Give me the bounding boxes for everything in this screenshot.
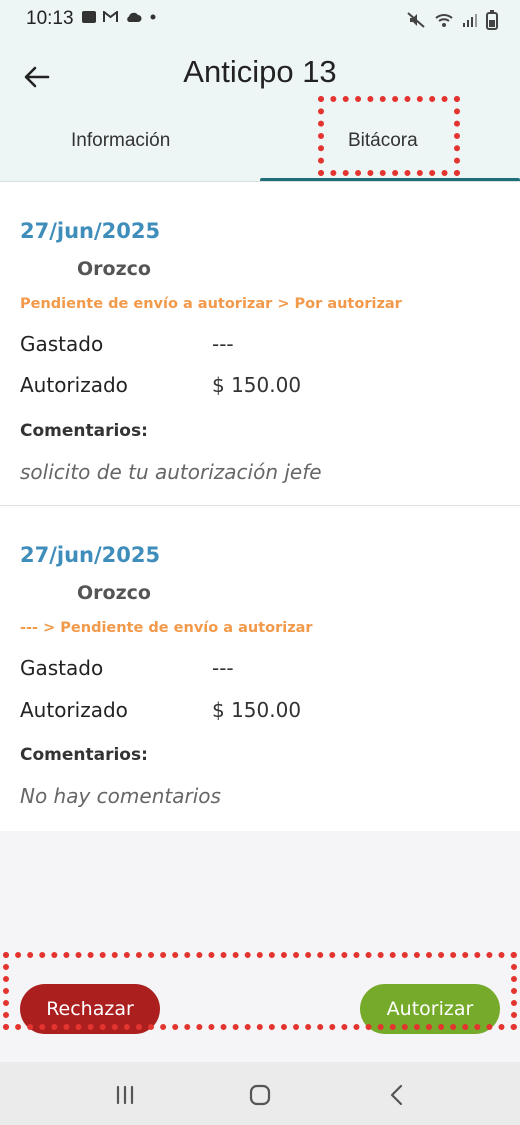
- comments-label: Comentarios:: [20, 421, 148, 441]
- wifi-icon: [435, 14, 453, 27]
- status-time: 10:13: [26, 8, 74, 29]
- spent-value: ---: [212, 332, 234, 356]
- spent-label: Gastado: [20, 656, 104, 680]
- log-entry: 27/jun/2025 Orozco Pendiente de envío a …: [0, 182, 520, 505]
- entry-date: 27/jun/2025: [20, 219, 161, 243]
- entry-user: Orozco: [77, 258, 151, 280]
- authorized-value: $ 150.00: [212, 373, 302, 397]
- status-bar: 10:13: [0, 0, 520, 42]
- cloud-icon: [127, 12, 142, 22]
- recent-apps-icon[interactable]: [110, 1080, 140, 1110]
- authorized-label: Autorizado: [20, 373, 128, 397]
- signal-icon: [463, 14, 477, 27]
- spent-label: Gastado: [20, 332, 104, 356]
- battery-icon: [486, 10, 498, 30]
- comments-label: Comentarios:: [20, 745, 148, 765]
- authorized-value: $ 150.00: [212, 698, 302, 722]
- dot-icon: [150, 14, 156, 20]
- back-nav-icon[interactable]: [382, 1080, 412, 1110]
- entry-status: --- > Pendiente de envío a autorizar: [20, 620, 313, 636]
- page-title: Anticipo 13: [183, 54, 337, 89]
- home-icon[interactable]: [245, 1080, 275, 1110]
- comment-text: solicito de tu autorización jefe: [20, 460, 322, 484]
- mute-icon: [407, 12, 425, 28]
- tab-bitacora[interactable]: Bitácora: [348, 130, 418, 152]
- authorized-label: Autorizado: [20, 698, 128, 722]
- log-entry: 27/jun/2025 Orozco --- > Pendiente de en…: [0, 506, 520, 831]
- authorize-button[interactable]: Autorizar: [360, 984, 500, 1034]
- reject-button[interactable]: Rechazar: [20, 984, 160, 1034]
- entry-user: Orozco: [77, 582, 151, 604]
- system-nav-bar: [0, 1062, 520, 1125]
- tab-informacion[interactable]: Información: [71, 130, 170, 152]
- comment-text: No hay comentarios: [20, 784, 221, 808]
- gmail-icon: [103, 11, 118, 22]
- entry-date: 27/jun/2025: [20, 543, 161, 567]
- spent-value: ---: [212, 656, 234, 680]
- app-header: Anticipo 13 Información Bitácora: [0, 42, 520, 182]
- entry-status: Pendiente de envío a autorizar > Por aut…: [20, 296, 402, 312]
- image-icon: [82, 11, 96, 23]
